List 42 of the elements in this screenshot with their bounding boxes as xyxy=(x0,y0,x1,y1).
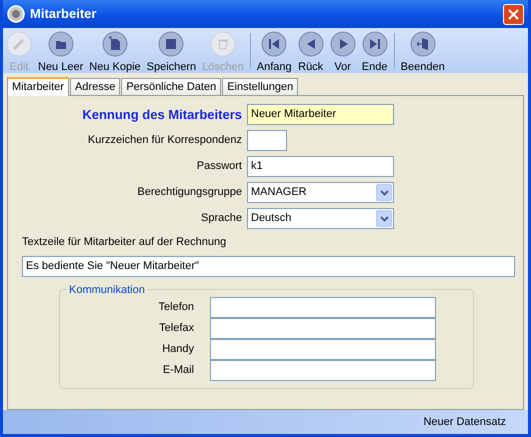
tab[interactable]: Mitarbeiter xyxy=(7,77,69,96)
close-button[interactable] xyxy=(503,4,524,24)
field-label: Berechtigungsgruppe xyxy=(136,185,242,200)
window-title: Mitarbeiter xyxy=(30,5,98,24)
last-icon xyxy=(362,31,388,57)
input-field[interactable] xyxy=(210,296,436,318)
field-label: Textzeile für Mitarbeiter auf der Rechnung xyxy=(22,235,226,250)
dropdown[interactable]: Deutsch xyxy=(247,208,394,229)
pencil-icon xyxy=(6,31,32,57)
field-label: E-Mail xyxy=(162,362,194,378)
toolbar-button[interactable]: Anfang xyxy=(254,31,295,76)
input-field[interactable] xyxy=(210,360,436,380)
tab[interactable]: Adresse xyxy=(70,78,120,95)
first-icon xyxy=(261,31,288,57)
toolbar-button[interactable]: Rück xyxy=(294,31,327,76)
close-icon xyxy=(508,8,519,20)
toolbar-button[interactable]: Vor xyxy=(326,31,359,76)
field-label: Telefax xyxy=(158,320,194,336)
toolbar-button[interactable]: Ende xyxy=(358,31,391,76)
folder-icon xyxy=(48,31,74,57)
field-label: Kurzzeichen für Korrespondenz xyxy=(86,133,242,148)
tab[interactable]: Persönliche Daten xyxy=(121,78,222,95)
field-label: Sprache xyxy=(200,211,242,226)
next-icon xyxy=(330,31,356,57)
input-field[interactable]: Es bediente Sie "Neuer Mitarbeiter" xyxy=(22,256,515,276)
previous-icon xyxy=(298,31,324,57)
input-field[interactable] xyxy=(210,318,436,338)
tab[interactable]: Einstellungen xyxy=(222,78,298,95)
dropdown[interactable]: MANAGER xyxy=(247,182,394,203)
input-field[interactable] xyxy=(247,130,287,151)
field-label: Handy xyxy=(161,342,194,357)
field-label: Kennung des Mitarbeiters xyxy=(81,106,242,124)
field-label: Telefon xyxy=(158,300,194,315)
input-field[interactable]: Neuer Mitarbeiter xyxy=(247,104,394,125)
trash-icon xyxy=(210,31,236,57)
status-text: Neuer Datensatz xyxy=(423,414,506,430)
document-icon xyxy=(102,31,128,57)
input-field[interactable]: k1 xyxy=(247,156,394,177)
input-field[interactable] xyxy=(210,338,436,360)
app-logo-icon xyxy=(7,5,25,23)
field-label: Passwort xyxy=(196,159,242,174)
door-icon xyxy=(410,31,436,57)
